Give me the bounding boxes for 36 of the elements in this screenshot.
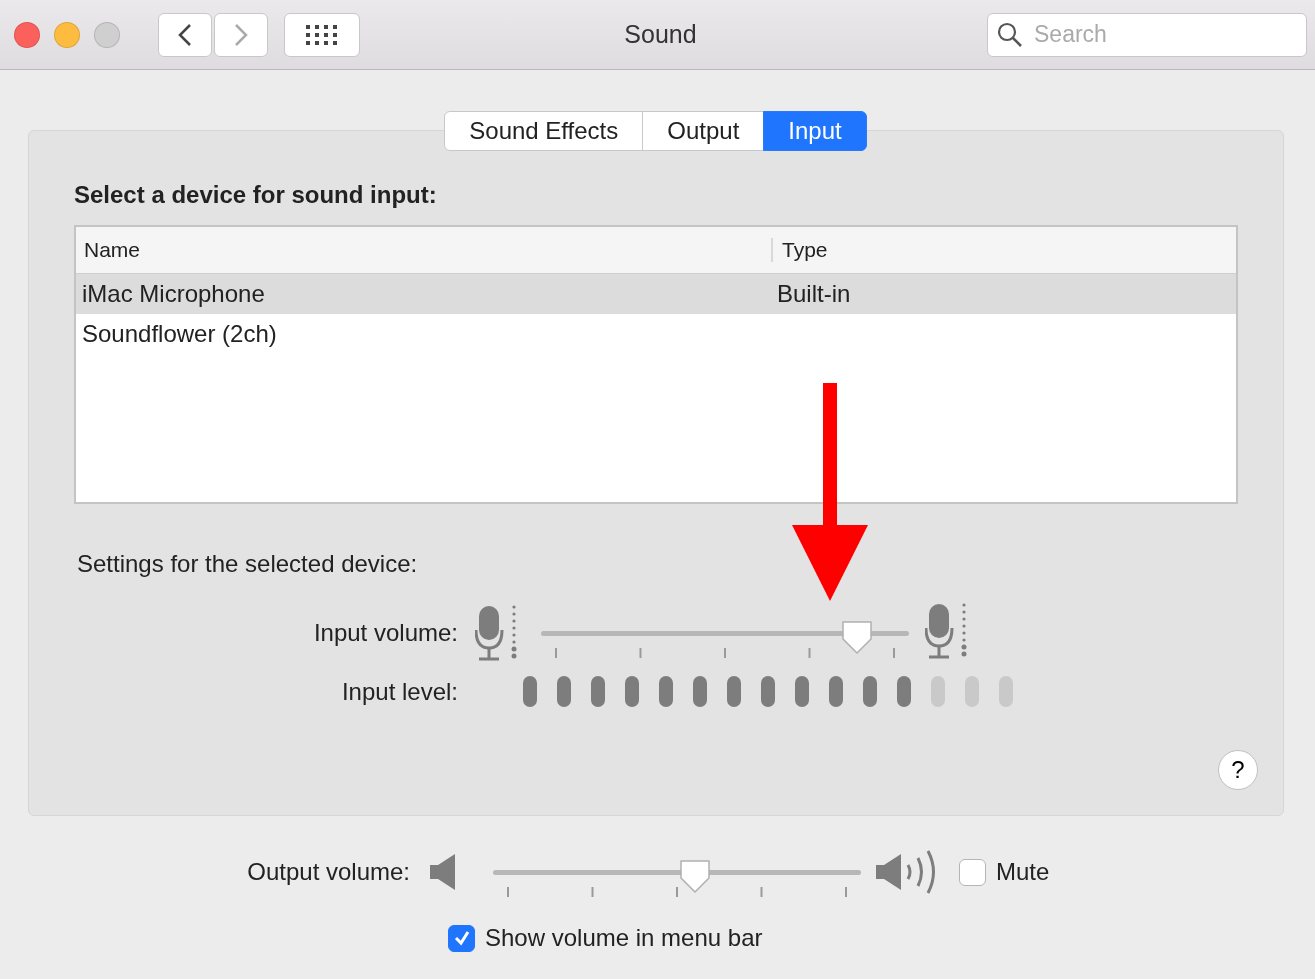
speaker-icon bbox=[429, 853, 457, 891]
tab[interactable]: Input bbox=[763, 111, 867, 151]
section-heading: Select a device for sound input: bbox=[74, 181, 438, 209]
table-cell-text: Built-in bbox=[776, 280, 852, 308]
zoom-button[interactable] bbox=[94, 21, 120, 48]
slider-thumb[interactable] bbox=[678, 857, 713, 894]
tab[interactable]: Output bbox=[642, 111, 765, 151]
minimize-button[interactable] bbox=[54, 21, 80, 48]
checkbox-label: Mute bbox=[996, 858, 1050, 886]
table-row[interactable]: iMac Microphone Built-in bbox=[76, 274, 1236, 314]
mute-checkbox[interactable] bbox=[959, 858, 986, 886]
slider-label: Input volume: bbox=[312, 619, 459, 647]
section-heading: Settings for the selected device: bbox=[77, 550, 419, 578]
column-header[interactable]: Type bbox=[771, 238, 1236, 262]
column-header[interactable]: Name bbox=[76, 238, 771, 262]
help-button[interactable]: ? bbox=[1218, 750, 1258, 790]
search-icon bbox=[997, 21, 1023, 48]
table-cell-text: iMac Microphone bbox=[81, 280, 266, 308]
show-all-button[interactable] bbox=[284, 12, 360, 57]
slider-label: Output volume: bbox=[246, 858, 411, 886]
table-cell-text: Soundflower (2ch) bbox=[81, 320, 278, 348]
close-button[interactable] bbox=[14, 21, 40, 48]
menu-bar-checkbox[interactable] bbox=[448, 924, 475, 952]
tab[interactable]: Sound Effects bbox=[444, 111, 644, 151]
microphone-icon bbox=[925, 602, 969, 660]
chevron-right-icon bbox=[234, 22, 248, 47]
back-button[interactable] bbox=[158, 12, 212, 57]
microphone-icon bbox=[475, 604, 519, 662]
checkmark-icon bbox=[452, 929, 471, 947]
grid-icon bbox=[306, 24, 338, 45]
search-field[interactable]: Search bbox=[987, 12, 1307, 57]
slider-thumb[interactable] bbox=[840, 618, 875, 655]
window-title: Sound bbox=[624, 20, 697, 49]
chevron-left-icon bbox=[178, 22, 192, 47]
meter-label: Input level: bbox=[340, 677, 459, 706]
checkbox-label: Show volume in menu bar bbox=[485, 924, 763, 952]
